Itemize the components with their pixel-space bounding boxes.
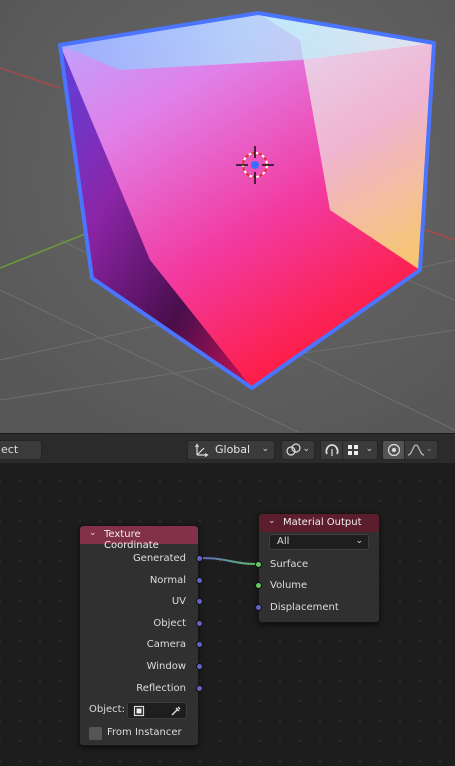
node-link — [199, 557, 260, 565]
object-field-label: Object: — [89, 704, 125, 715]
input-displacement: Displacement — [270, 602, 339, 613]
output-normal: Normal — [149, 575, 186, 586]
object-field: Object: — [89, 702, 191, 719]
shader-node-editor[interactable]: ⌄ Texture Coordinate Generated Normal UV… — [0, 463, 455, 766]
socket-window[interactable] — [196, 663, 203, 670]
3d-viewport[interactable] — [0, 0, 455, 433]
output-window: Window — [146, 661, 186, 672]
chevron-down-icon: ⌄ — [365, 444, 373, 454]
from-instancer-checkbox[interactable] — [89, 727, 102, 740]
chevron-down-icon: ⌄ — [261, 444, 269, 454]
proportional-editing-icon — [387, 443, 401, 457]
socket-displacement[interactable] — [255, 604, 262, 611]
pivot-point-icon — [286, 443, 301, 456]
eyedropper-icon[interactable] — [170, 705, 182, 717]
mode-selector[interactable]: ect — [0, 440, 42, 460]
texture-coordinate-node[interactable]: ⌄ Texture Coordinate Generated Normal UV… — [79, 525, 203, 746]
socket-uv[interactable] — [196, 598, 203, 605]
falloff-curve-icon[interactable] — [407, 443, 425, 457]
socket-generated[interactable] — [196, 555, 203, 562]
transform-orientation-dropdown[interactable]: Global ⌄ — [187, 440, 275, 460]
socket-normal[interactable] — [196, 577, 203, 584]
pivot-point-dropdown[interactable]: ⌄ — [281, 440, 315, 460]
transform-orientation-icon — [195, 443, 209, 457]
node-header[interactable]: ⌄ Texture Coordinate — [80, 526, 198, 551]
target-value: All — [277, 536, 290, 547]
from-instancer-label: From Instancer — [107, 727, 182, 738]
proportional-editing-toggle[interactable] — [383, 441, 405, 459]
viewport-scene — [0, 0, 455, 433]
socket-camera[interactable] — [196, 641, 203, 648]
target-dropdown[interactable]: All ⌄ — [269, 534, 369, 550]
chevron-down-icon: ⌄ — [425, 444, 433, 454]
collapse-chevron-icon[interactable]: ⌄ — [268, 516, 276, 526]
orientation-label: Global — [215, 443, 251, 456]
node-header[interactable]: ⌄ Material Output — [259, 514, 379, 532]
node-title: Material Output — [283, 517, 362, 528]
output-object: Object — [153, 618, 186, 629]
node-title: Texture Coordinate — [104, 529, 159, 551]
viewport-header: ect Global ⌄ ⌄ ⌄ ⌄ — [0, 433, 455, 463]
output-uv: UV — [171, 596, 186, 607]
material-output-node[interactable]: ⌄ Material Output All ⌄ Surface Volume D… — [255, 513, 380, 623]
snap-controls: ⌄ — [320, 440, 378, 460]
output-camera: Camera — [146, 639, 186, 650]
output-reflection: Reflection — [136, 683, 186, 694]
socket-volume[interactable] — [255, 582, 262, 589]
output-generated: Generated — [132, 553, 186, 564]
object-data-icon — [133, 705, 145, 717]
chevron-down-icon: ⌄ — [302, 444, 310, 454]
chevron-down-icon: ⌄ — [355, 536, 363, 546]
collapse-chevron-icon[interactable]: ⌄ — [89, 528, 97, 538]
proportional-editing-controls: ⌄ — [382, 440, 438, 460]
socket-object[interactable] — [196, 620, 203, 627]
input-surface: Surface — [270, 559, 309, 570]
input-volume: Volume — [270, 580, 308, 591]
snap-icon — [325, 444, 339, 456]
snap-increment-icon[interactable] — [346, 443, 360, 457]
object-picker[interactable] — [127, 702, 187, 719]
snap-toggle[interactable] — [321, 441, 343, 459]
socket-surface[interactable] — [255, 561, 262, 568]
socket-reflection[interactable] — [196, 685, 203, 692]
